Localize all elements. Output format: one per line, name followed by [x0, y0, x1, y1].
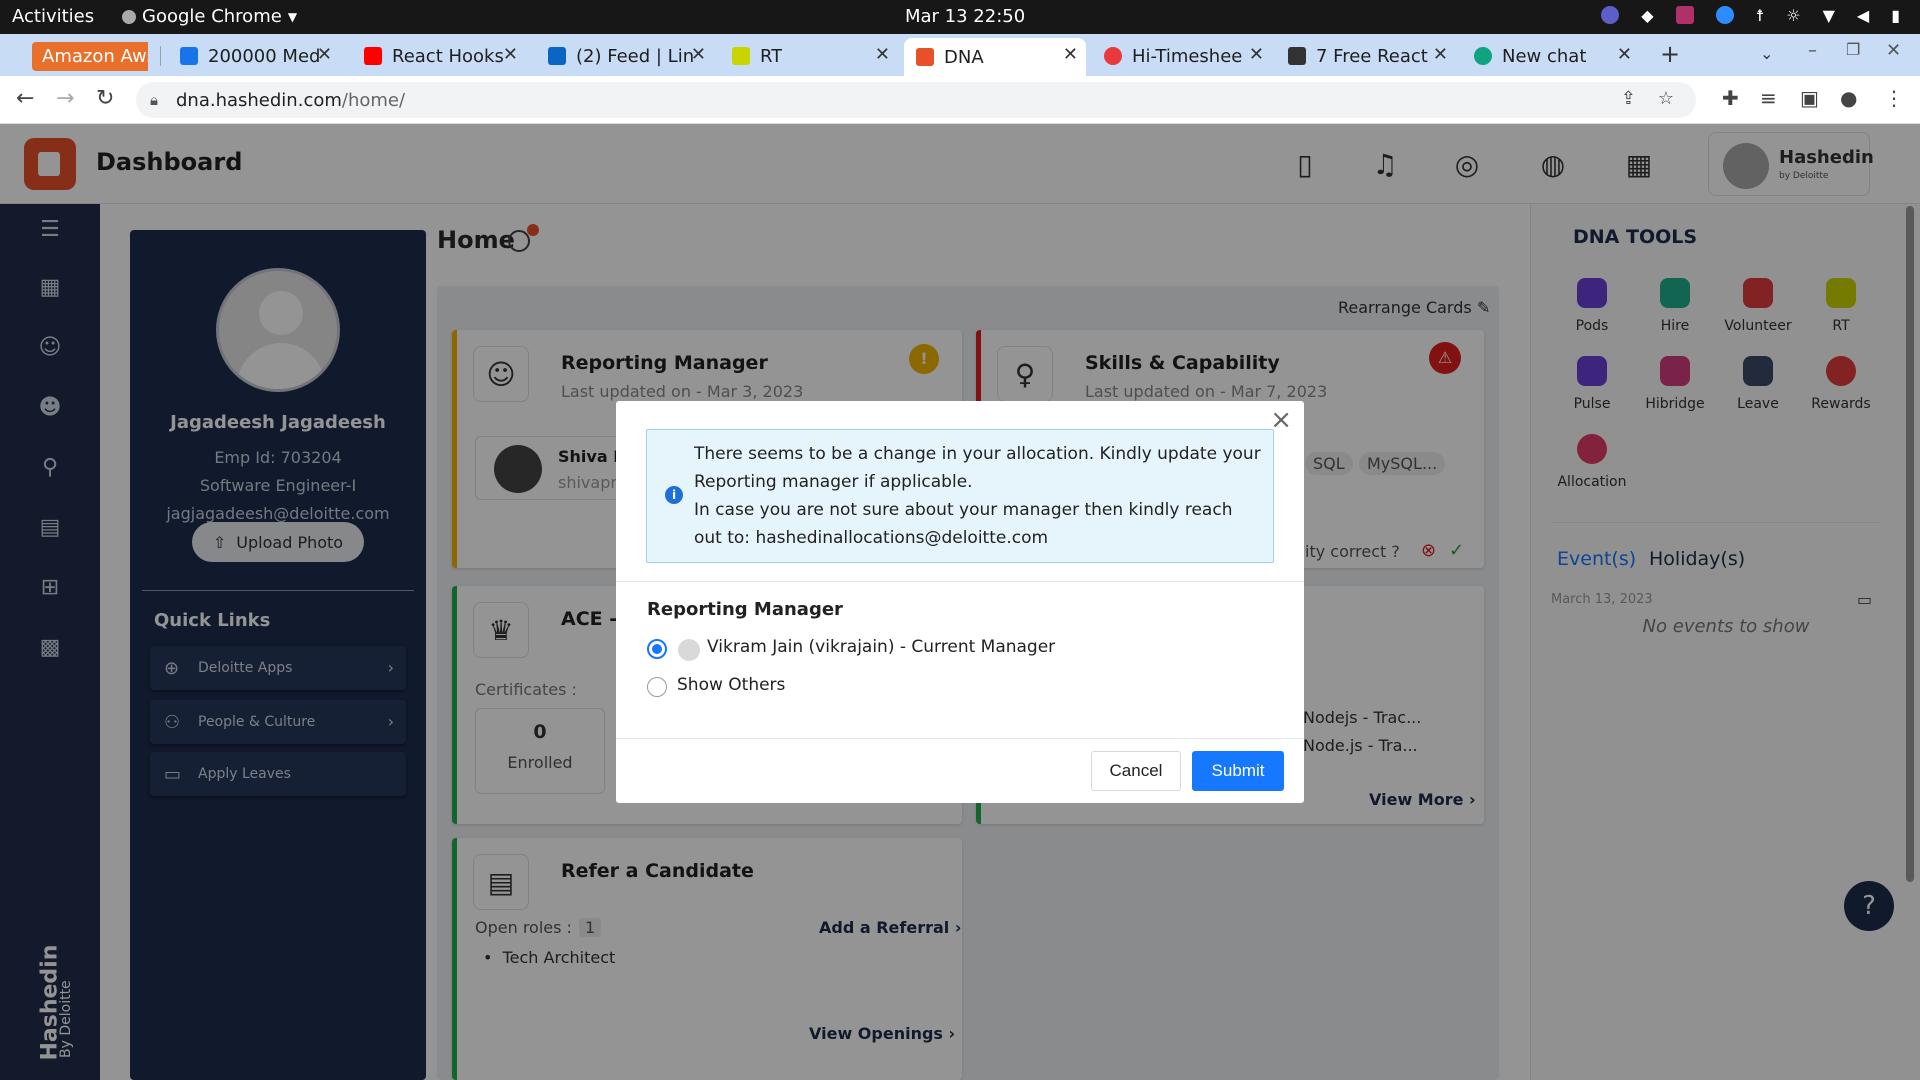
allocation-alert: i There seems to be a change in your all… [646, 429, 1274, 563]
youtube-icon [364, 47, 382, 65]
url-host: dna.hashedin.com [176, 89, 342, 111]
minimize-button[interactable]: – [1808, 40, 1817, 61]
close-icon[interactable]: ✕ [1249, 44, 1264, 65]
divider [616, 581, 1304, 582]
forward-button[interactable]: → [56, 86, 74, 111]
battery-icon: ▮ [1891, 6, 1900, 25]
rt-icon [732, 47, 750, 65]
url-path: /home/ [341, 89, 406, 111]
star-icon[interactable]: ☆ [1658, 88, 1674, 109]
tab-linkedin[interactable]: (2) Feed | Lin ✕ [536, 38, 714, 74]
option-show-others-label[interactable]: Show Others [677, 675, 785, 695]
maximize-button[interactable]: ❐ [1846, 40, 1860, 59]
linkedin-icon [548, 47, 566, 65]
tab-free-react[interactable]: 7 Free React ✕ [1276, 38, 1456, 74]
tab-rt[interactable]: RT ✕ [720, 38, 898, 74]
github-icon [1288, 47, 1306, 65]
tab-label: 200000 Med [208, 45, 321, 67]
k-icon [180, 47, 198, 65]
new-tab-button[interactable]: + [1660, 40, 1680, 68]
reporting-manager-modal: × i There seems to be a change in your a… [616, 401, 1304, 803]
tab-new-chat[interactable]: New chat ✕ [1462, 38, 1640, 74]
address-bar: ← → ↻ 🔒︎ dna.hashedin.com/home/ ⇪ ☆ ✚ ≡ … [0, 76, 1920, 124]
url-field[interactable]: 🔒︎ dna.hashedin.com/home/ ⇪ ☆ [136, 82, 1696, 118]
close-icon[interactable]: ✕ [875, 44, 890, 65]
radio-current-manager[interactable] [647, 639, 667, 659]
tab-separator [160, 46, 161, 66]
teams-icon [1601, 6, 1620, 24]
avatar [678, 639, 700, 661]
clock[interactable]: Mar 13 22:50 [905, 6, 1025, 27]
tab-strip: Amazon Aws 200000 Med ✕ React Hooks ✕ (2… [0, 34, 1920, 76]
radio-show-others[interactable] [647, 677, 667, 697]
close-icon[interactable]: ✕ [1063, 44, 1078, 65]
share-icon[interactable]: ⇪ [1621, 88, 1636, 109]
activities-button[interactable]: Activities [12, 6, 94, 27]
tab-timesheet[interactable]: Hi-Timeshee ✕ [1092, 38, 1272, 74]
tab-label: New chat [1502, 45, 1587, 67]
app-menu[interactable]: Google Chrome ▼ [122, 6, 297, 27]
chatgpt-icon [1474, 47, 1492, 65]
alert-text: There seems to be a change in your alloc… [694, 440, 1264, 552]
tab-react-hooks[interactable]: React Hooks ✕ [352, 38, 526, 74]
tab-amazon-aws[interactable]: Amazon Aws [20, 38, 148, 74]
close-icon[interactable]: ✕ [317, 44, 332, 65]
tab-label: 7 Free React [1316, 45, 1428, 67]
app-name: Google Chrome [142, 6, 282, 27]
close-icon[interactable]: ✕ [503, 44, 518, 65]
alert-line-1: There seems to be a change in your alloc… [694, 444, 1261, 492]
accessibility-icon: ☨ [1755, 6, 1765, 25]
close-icon[interactable]: ✕ [1617, 44, 1632, 65]
tab-label: RT [760, 45, 783, 67]
option-current-manager-label[interactable]: Vikram Jain (vikrajain) - Current Manage… [707, 637, 1055, 657]
system-tray[interactable]: ◆ ☨ ☼ ▼ ◀ ▮ [1601, 6, 1900, 25]
zoom-icon [1715, 6, 1734, 24]
chrome-icon [122, 9, 136, 24]
tab-label: React Hooks [392, 45, 504, 67]
slack-icon [1675, 6, 1694, 24]
lock-icon: 🔒︎ [150, 91, 158, 109]
chevron-down-icon: ▼ [287, 9, 298, 24]
close-window-button[interactable]: ✕ [1886, 40, 1901, 61]
tab-label: DNA [944, 46, 984, 68]
close-icon[interactable]: ✕ [691, 44, 706, 65]
info-icon: i [665, 486, 683, 504]
divider [616, 738, 1304, 739]
alert-line-2: In case you are not sure about your mana… [694, 500, 1233, 548]
side-panel-icon[interactable]: ▣ [1800, 86, 1819, 110]
tab-medium[interactable]: 200000 Med ✕ [168, 38, 340, 74]
reload-button[interactable]: ↻ [96, 86, 114, 111]
timesheet-icon [1104, 47, 1122, 65]
tab-list-button[interactable]: ⌄ [1760, 44, 1773, 63]
section-title: Reporting Manager [647, 599, 843, 620]
profile-avatar[interactable]: ● [1840, 86, 1857, 110]
menu-kebab-icon[interactable]: ⋮ [1884, 86, 1904, 110]
cancel-button[interactable]: Cancel [1091, 751, 1181, 791]
os-top-bar: Activities Google Chrome ▼ Mar 13 22:50 … [0, 0, 1920, 34]
brightness-icon: ☼ [1786, 6, 1801, 25]
volume-icon: ◀ [1856, 6, 1870, 25]
extensions-icon[interactable]: ✚ [1722, 86, 1739, 110]
wifi-icon: ▼ [1822, 6, 1835, 25]
diamond-icon: ◆ [1641, 6, 1654, 25]
tab-label: (2) Feed | Lin [576, 45, 695, 67]
close-icon[interactable]: ✕ [1433, 44, 1448, 65]
reading-list-icon[interactable]: ≡ [1760, 86, 1777, 110]
dna-icon [916, 48, 934, 66]
tab-label: Amazon Aws [32, 41, 148, 71]
back-button[interactable]: ← [16, 86, 34, 111]
submit-button[interactable]: Submit [1192, 751, 1284, 791]
tab-dna[interactable]: DNA ✕ [904, 38, 1086, 76]
tab-label: Hi-Timeshee [1132, 45, 1243, 67]
